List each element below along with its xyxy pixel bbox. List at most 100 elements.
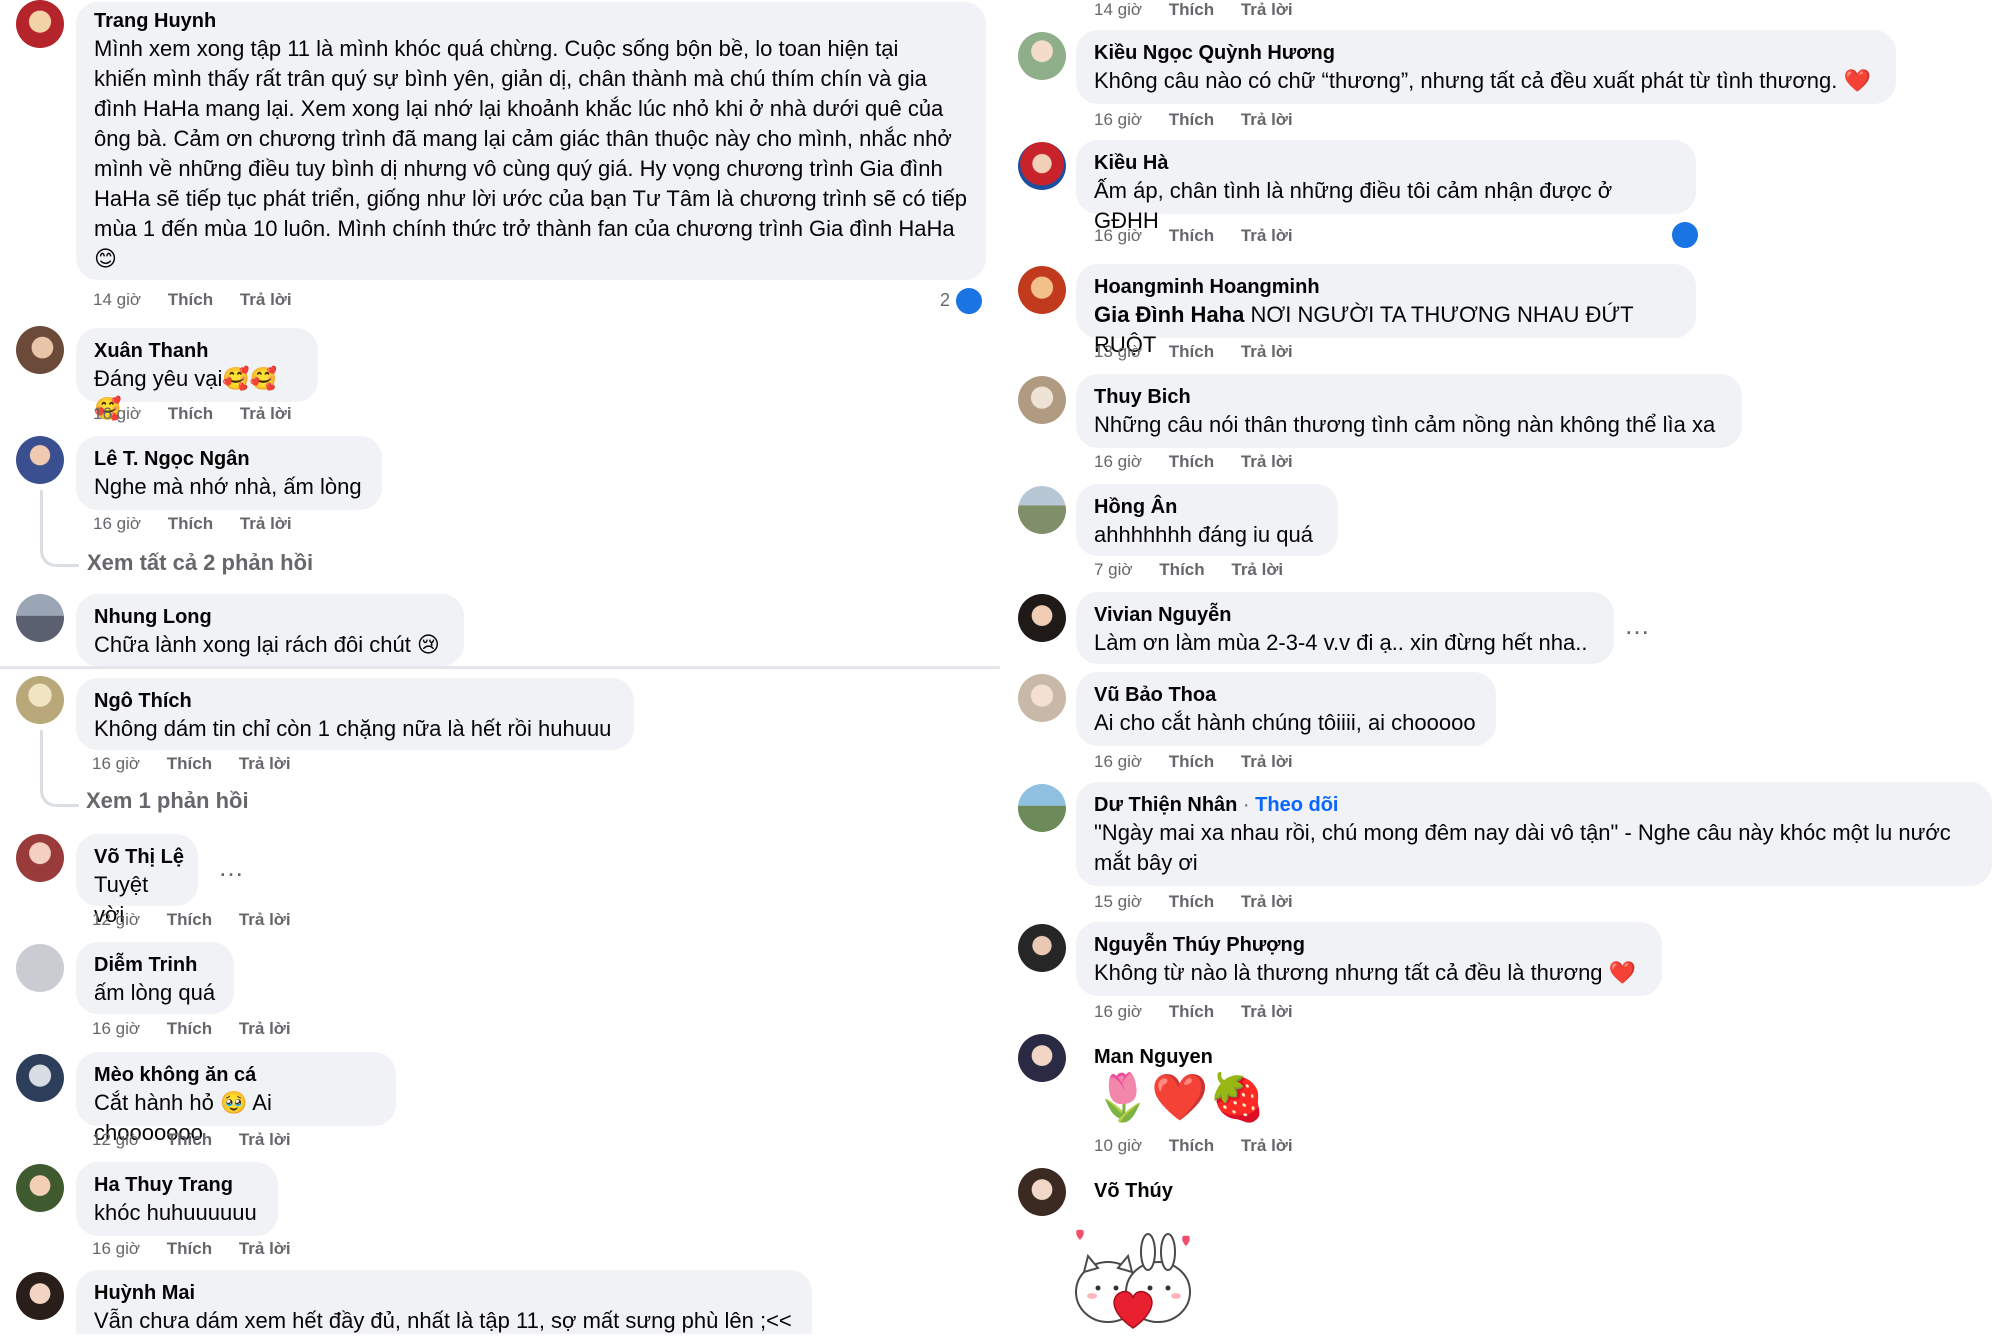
timestamp[interactable]: 16 giờ	[1094, 226, 1142, 245]
like-button[interactable]: Thích	[1169, 892, 1214, 911]
reply-button[interactable]: Trả lời	[240, 290, 292, 309]
avatar[interactable]	[16, 1272, 64, 1320]
avatar[interactable]	[1018, 924, 1066, 972]
avatar[interactable]	[16, 1164, 64, 1212]
timestamp[interactable]: 14 giờ	[1094, 0, 1142, 19]
like-button[interactable]: Thích	[168, 514, 213, 533]
reply-button[interactable]: Trả lời	[239, 1130, 291, 1149]
avatar[interactable]	[16, 0, 64, 48]
comment-author[interactable]: Xuân Thanh	[94, 338, 300, 364]
like-button[interactable]: Thích	[1169, 1002, 1214, 1021]
like-button[interactable]: Thích	[167, 1130, 212, 1149]
like-button[interactable]: Thích	[1169, 342, 1214, 361]
avatar[interactable]	[16, 436, 64, 484]
like-button[interactable]: Thích	[1169, 452, 1214, 471]
avatar[interactable]	[16, 326, 64, 374]
reply-button[interactable]: Trả lời	[1241, 452, 1293, 471]
like-button[interactable]: Thích	[1169, 110, 1214, 129]
comment-author[interactable]: Kiều Ngọc Quỳnh Hương	[1094, 40, 1878, 66]
avatar[interactable]	[16, 594, 64, 642]
timestamp[interactable]: 16 giờ	[92, 1019, 140, 1038]
reply-button[interactable]: Trả lời	[240, 404, 292, 423]
comment-author[interactable]: Võ Thúy	[1094, 1178, 1173, 1204]
reply-button[interactable]: Trả lời	[239, 1019, 291, 1038]
comment-author[interactable]: Mèo không ăn cá	[94, 1062, 378, 1088]
like-button[interactable]: Thích	[1169, 226, 1214, 245]
avatar[interactable]	[1018, 142, 1066, 190]
comment-author[interactable]: Võ Thị Lệ	[94, 844, 184, 870]
timestamp[interactable]: 7 giờ	[1094, 560, 1133, 579]
reply-button[interactable]: Trả lời	[239, 1239, 291, 1258]
avatar[interactable]	[1018, 266, 1066, 314]
comment-author[interactable]: Thuy Bich	[1094, 384, 1724, 410]
like-reaction-icon[interactable]	[1670, 220, 1700, 250]
comment-author[interactable]: Huỳnh Mai	[94, 1280, 794, 1306]
reply-button[interactable]: Trả lời	[239, 910, 291, 929]
like-reaction-icon[interactable]	[954, 286, 984, 316]
comment-author[interactable]: Nhung Long	[94, 604, 446, 630]
comment-author[interactable]: Diễm Trinh	[94, 952, 216, 978]
reply-button[interactable]: Trả lời	[1241, 342, 1293, 361]
avatar[interactable]	[16, 834, 64, 882]
comment-author[interactable]: Kiều Hà	[1094, 150, 1678, 176]
comment-author[interactable]: Ngô Thích	[94, 688, 616, 714]
avatar[interactable]	[16, 944, 64, 992]
like-button[interactable]: Thích	[1169, 752, 1214, 771]
like-button[interactable]: Thích	[168, 290, 213, 309]
reply-button[interactable]: Trả lời	[1231, 560, 1283, 579]
comment-author[interactable]: Vivian Nguyễn	[1094, 602, 1596, 628]
comment-author[interactable]: Ha Thuy Trang	[94, 1172, 260, 1198]
like-button[interactable]: Thích	[1159, 560, 1204, 579]
view-replies-link[interactable]: Xem tất cả 2 phản hồi	[87, 550, 313, 576]
like-button[interactable]: Thích	[1169, 1136, 1214, 1155]
timestamp[interactable]: 16 giờ	[92, 1239, 140, 1258]
reply-button[interactable]: Trả lời	[240, 514, 292, 533]
reply-button[interactable]: Trả lời	[1241, 0, 1293, 19]
like-button[interactable]: Thích	[168, 404, 213, 423]
follow-button[interactable]: Theo dõi	[1255, 794, 1338, 816]
comment-author[interactable]: Lê T. Ngọc Ngân	[94, 446, 364, 472]
comment-author[interactable]: Hoangminh Hoangminh	[1094, 274, 1678, 300]
reply-button[interactable]: Trả lời	[1241, 752, 1293, 771]
reply-button[interactable]: Trả lời	[239, 754, 291, 773]
like-button[interactable]: Thích	[167, 1239, 212, 1258]
timestamp[interactable]: 16 giờ	[93, 514, 141, 533]
avatar[interactable]	[16, 1054, 64, 1102]
more-options-icon[interactable]: …	[218, 852, 246, 883]
comment-author[interactable]: Nguyễn Thúy Phượng	[1094, 932, 1644, 958]
avatar[interactable]	[1018, 486, 1066, 534]
reply-button[interactable]: Trả lời	[1241, 110, 1293, 129]
like-button[interactable]: Thích	[1169, 0, 1214, 19]
comment-author[interactable]: Man Nguyen	[1094, 1044, 1266, 1070]
timestamp[interactable]: 10 giờ	[1094, 1136, 1142, 1155]
timestamp[interactable]: 16 giờ	[93, 404, 141, 423]
avatar[interactable]	[1018, 1168, 1066, 1216]
like-button[interactable]: Thích	[167, 910, 212, 929]
timestamp[interactable]: 16 giờ	[1094, 452, 1142, 471]
avatar[interactable]	[1018, 594, 1066, 642]
reply-button[interactable]: Trả lời	[1241, 1002, 1293, 1021]
avatar[interactable]	[1018, 784, 1066, 832]
comment-author[interactable]: Trang Huynh	[94, 8, 968, 34]
comment-author[interactable]: Dư Thiện Nhân	[1094, 794, 1237, 816]
reply-button[interactable]: Trả lời	[1241, 892, 1293, 911]
reply-button[interactable]: Trả lời	[1241, 226, 1293, 245]
timestamp[interactable]: 12 giờ	[92, 910, 140, 929]
view-replies-link[interactable]: Xem 1 phản hồi	[86, 788, 249, 814]
timestamp[interactable]: 15 giờ	[1094, 892, 1142, 911]
avatar[interactable]	[1018, 1034, 1066, 1082]
comment-author[interactable]: Hồng Ân	[1094, 494, 1320, 520]
timestamp[interactable]: 13 giờ	[1094, 342, 1142, 361]
timestamp[interactable]: 16 giờ	[1094, 110, 1142, 129]
like-button[interactable]: Thích	[167, 1019, 212, 1038]
more-options-icon[interactable]: …	[1624, 610, 1652, 641]
timestamp[interactable]: 16 giờ	[1094, 752, 1142, 771]
comment-author[interactable]: Vũ Bảo Thoa	[1094, 682, 1478, 708]
avatar[interactable]	[16, 676, 64, 724]
reply-button[interactable]: Trả lời	[1241, 1136, 1293, 1155]
avatar[interactable]	[1018, 674, 1066, 722]
avatar[interactable]	[1018, 32, 1066, 80]
timestamp[interactable]: 14 giờ	[93, 290, 141, 309]
avatar[interactable]	[1018, 376, 1066, 424]
like-button[interactable]: Thích	[167, 754, 212, 773]
